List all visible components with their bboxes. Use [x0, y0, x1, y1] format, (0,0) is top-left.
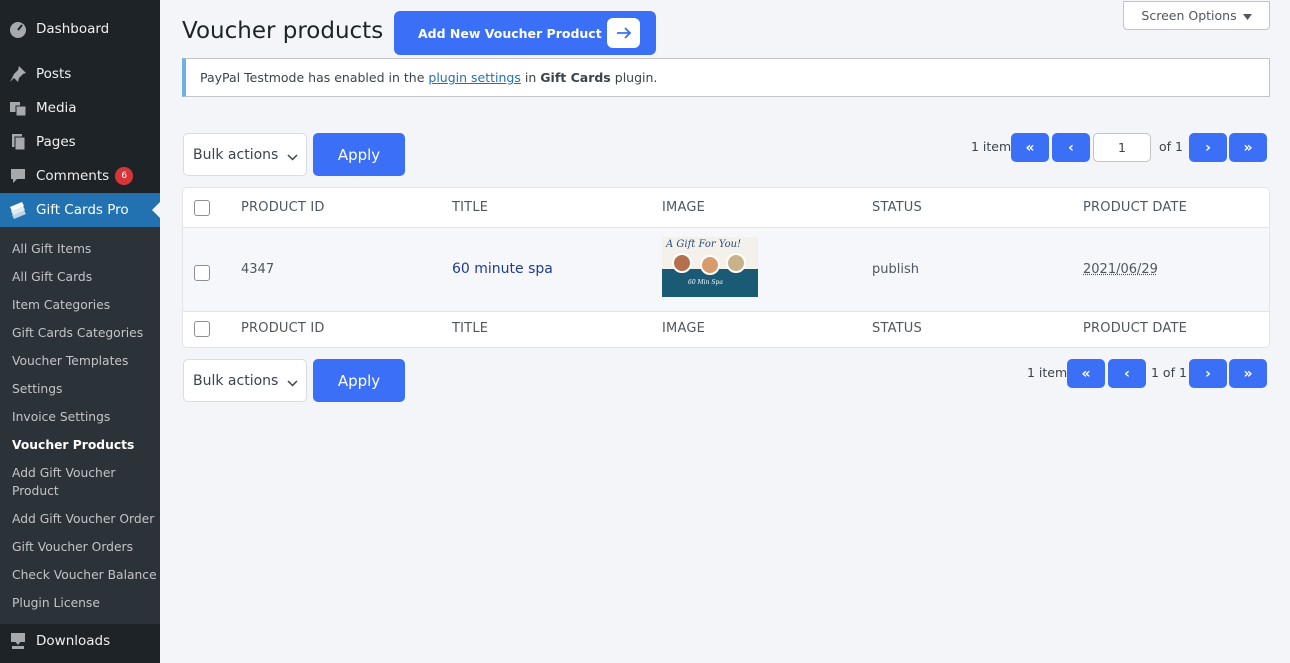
submenu-gift-voucher-orders[interactable]: Gift Voucher Orders	[12, 538, 157, 556]
product-title-link[interactable]: 60 minute spa	[452, 261, 553, 277]
column-image: IMAGE	[662, 200, 706, 215]
item-count-top: 1 item	[971, 139, 1012, 154]
select-all-checkbox[interactable]	[194, 200, 210, 216]
submenu-settings[interactable]: Settings	[12, 380, 157, 398]
column-status[interactable]: STATUS	[872, 321, 922, 336]
current-page-input[interactable]: 1	[1093, 133, 1151, 162]
thumbnail-caption: 60 Min Spa	[688, 279, 723, 286]
admin-sidebar: Dashboard Posts Media Pages Comments 6 G…	[0, 0, 160, 663]
chevron-down-icon	[287, 375, 298, 391]
bulk-actions-select-top[interactable]: Bulk actions	[183, 133, 307, 176]
menu-gift-cards-pro[interactable]: Gift Cards Pro	[0, 193, 160, 227]
voucher-products-table: PRODUCT ID TITLE IMAGE STATUS PRODUCT DA…	[182, 187, 1270, 348]
column-title[interactable]: TITLE	[452, 200, 488, 215]
comment-icon	[8, 166, 28, 186]
table-header-row: PRODUCT ID TITLE IMAGE STATUS PRODUCT DA…	[183, 188, 1269, 228]
submenu-all-gift-items[interactable]: All Gift Items	[12, 240, 157, 258]
last-page-button-bottom[interactable]: »	[1229, 359, 1267, 388]
product-date: 2021/06/29	[1083, 262, 1158, 277]
select-all-checkbox-footer[interactable]	[194, 321, 210, 337]
menu-posts[interactable]: Posts	[0, 57, 160, 91]
table-row: 4347 60 minute spa A Gift For You! 60 Mi…	[183, 228, 1269, 312]
menu-dashboard[interactable]: Dashboard	[0, 12, 160, 46]
menu-media[interactable]: Media	[0, 91, 160, 125]
row-checkbox[interactable]	[194, 265, 210, 281]
notice-middle: in	[524, 70, 537, 85]
submenu-check-voucher-balance[interactable]: Check Voucher Balance	[12, 566, 157, 584]
menu-label: Dashboard	[36, 21, 110, 37]
column-status[interactable]: STATUS	[872, 200, 922, 215]
product-id: 4347	[241, 262, 275, 277]
product-status: publish	[872, 262, 919, 277]
plugin-settings-link[interactable]: plugin settings	[428, 70, 520, 85]
pin-icon	[8, 64, 28, 84]
notice-suffix: plugin.	[614, 70, 658, 85]
pages-icon	[8, 132, 28, 152]
testmode-notice: PayPal Testmode has enabled in the plugi…	[182, 58, 1270, 97]
page-title: Voucher products	[182, 18, 384, 44]
media-icon	[8, 98, 28, 118]
screen-options-button[interactable]: Screen Options	[1123, 1, 1270, 30]
submenu-voucher-templates[interactable]: Voucher Templates	[12, 352, 157, 370]
column-title[interactable]: TITLE	[452, 321, 488, 336]
bulk-actions-label: Bulk actions	[193, 372, 279, 389]
menu-pages[interactable]: Pages	[0, 125, 160, 159]
menu-label: Gift Cards Pro	[36, 202, 129, 218]
total-pages-top: of 1	[1159, 139, 1183, 154]
caret-down-icon	[1242, 8, 1252, 23]
menu-label: Comments	[36, 168, 110, 184]
submenu-gift-cards-categories[interactable]: Gift Cards Categories	[12, 324, 157, 342]
submenu-item-categories[interactable]: Item Categories	[12, 296, 157, 314]
prev-page-button-top[interactable]: ‹	[1052, 133, 1090, 162]
column-product-date[interactable]: PRODUCT DATE	[1083, 200, 1187, 215]
notice-plugin-name: Gift Cards	[540, 70, 611, 85]
download-icon	[8, 631, 28, 651]
menu-comments[interactable]: Comments 6	[0, 159, 160, 193]
column-product-id[interactable]: PRODUCT ID	[241, 321, 325, 336]
item-count-bottom: 1 item	[1027, 365, 1068, 380]
bulk-actions-label: Bulk actions	[193, 146, 279, 163]
product-thumbnail[interactable]: A Gift For You! 60 Min Spa	[662, 237, 758, 297]
menu-label: Posts	[36, 66, 72, 82]
submenu-invoice-settings[interactable]: Invoice Settings	[12, 408, 157, 426]
column-image: IMAGE	[662, 321, 706, 336]
chevron-down-icon	[287, 149, 298, 165]
comment-count-badge: 6	[115, 167, 134, 185]
page-of-total-bottom: 1 of 1	[1151, 365, 1187, 380]
submenu-voucher-products[interactable]: Voucher Products	[12, 436, 157, 454]
last-page-button-top[interactable]: »	[1229, 133, 1267, 162]
first-page-button-bottom[interactable]: «	[1067, 359, 1105, 388]
tickets-icon	[8, 200, 28, 220]
button-label: Add New Voucher Product	[418, 25, 602, 41]
thumbnail-text: A Gift For You!	[666, 239, 742, 250]
apply-button-top[interactable]: Apply	[313, 133, 405, 176]
gift-cards-submenu: All Gift Items All Gift Cards Item Categ…	[0, 227, 160, 624]
arrow-right-icon	[607, 18, 640, 48]
next-page-button-top[interactable]: ›	[1189, 133, 1227, 162]
prev-page-button-bottom[interactable]: ‹	[1108, 359, 1146, 388]
dashboard-icon	[8, 19, 28, 39]
bulk-actions-select-bottom[interactable]: Bulk actions	[183, 359, 307, 402]
menu-label: Downloads	[36, 633, 111, 649]
submenu-all-gift-cards[interactable]: All Gift Cards	[12, 268, 157, 286]
add-new-voucher-product-button[interactable]: Add New Voucher Product	[394, 11, 656, 55]
submenu-plugin-license[interactable]: Plugin License	[12, 594, 157, 612]
menu-downloads[interactable]: Downloads	[0, 624, 160, 658]
table-footer-row: PRODUCT ID TITLE IMAGE STATUS PRODUCT DA…	[183, 312, 1269, 348]
menu-label: Media	[36, 100, 77, 116]
notice-prefix: PayPal Testmode has enabled in the	[200, 70, 425, 85]
apply-button-bottom[interactable]: Apply	[313, 359, 405, 402]
next-page-button-bottom[interactable]: ›	[1189, 359, 1227, 388]
column-product-date[interactable]: PRODUCT DATE	[1083, 321, 1187, 336]
submenu-add-gift-voucher-order[interactable]: Add Gift Voucher Order	[12, 510, 157, 528]
submenu-add-gift-voucher-product[interactable]: Add Gift Voucher Product	[12, 464, 132, 500]
column-product-id[interactable]: PRODUCT ID	[241, 200, 325, 215]
menu-label: Pages	[36, 134, 76, 150]
screen-options-label: Screen Options	[1141, 8, 1237, 23]
first-page-button-top[interactable]: «	[1011, 133, 1049, 162]
